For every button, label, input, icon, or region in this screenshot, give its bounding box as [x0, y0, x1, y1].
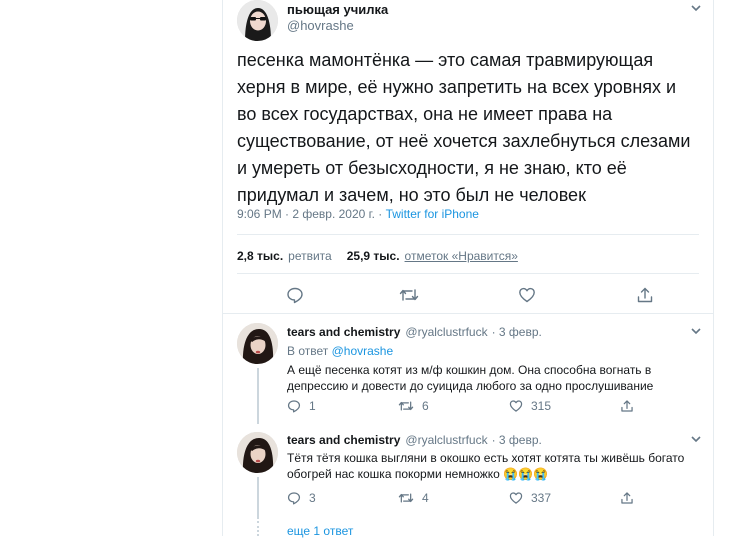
- retweets-label[interactable]: ретвита: [288, 249, 332, 263]
- retweet-icon: [398, 399, 414, 413]
- tweet-source-link[interactable]: Twitter for iPhone: [386, 207, 479, 221]
- reply-text-line: обогрей нас кошка покорми немножко 😭😭😭: [287, 467, 548, 481]
- reply-date[interactable]: · 3 февр.: [492, 325, 542, 339]
- reply-date[interactable]: · 3 февр.: [492, 433, 542, 447]
- heart-icon: [509, 399, 523, 413]
- reply-header: tears and chemistry @ryalclustrfuck · 3 фе…: [287, 325, 542, 339]
- tweet-stats: 2,8 тыс. ретвита 25,9 тыс. отметок «Нравитс…: [237, 249, 518, 263]
- reply-icon[interactable]: [286, 286, 304, 304]
- reply-text: Тётя тётя кошка выгляни в окошко есть хо…: [287, 450, 684, 482]
- reply-author-name[interactable]: tears and chemistry: [287, 433, 400, 447]
- reply-count: 3: [309, 491, 316, 505]
- reply-avatar[interactable]: [237, 432, 278, 473]
- chevron-down-icon[interactable]: [690, 3, 702, 13]
- tweet-text-line: херня в мире, её нужно запретить на всех…: [237, 77, 677, 97]
- reply-count: 1: [309, 399, 316, 413]
- like-action[interactable]: 315: [509, 399, 551, 413]
- reply-to-prefix: В ответ: [287, 344, 332, 358]
- reply-action[interactable]: 3: [287, 491, 316, 505]
- share-icon[interactable]: [636, 286, 654, 304]
- divider: [237, 273, 699, 274]
- chevron-down-icon[interactable]: [690, 434, 702, 444]
- tweet-text-line: песенка мамонтёнка — это самая травмирую…: [237, 50, 654, 70]
- tweet-timestamp[interactable]: 9:06 PM · 2 февр. 2020 г. ·: [237, 207, 386, 221]
- reply-avatar[interactable]: [237, 323, 278, 364]
- thread-line: [257, 368, 259, 424]
- author-handle[interactable]: @hovrashe: [287, 18, 354, 33]
- retweet-icon[interactable]: [399, 286, 419, 304]
- reply-author-name[interactable]: tears and chemistry: [287, 325, 400, 339]
- thread-dots: [257, 521, 259, 536]
- tweet-text-line: во всех государствах, она не имеет права…: [237, 104, 613, 124]
- tweet-timestamp-row: 9:06 PM · 2 февр. 2020 г. · Twitter for …: [237, 207, 479, 221]
- reply-icon: [287, 399, 301, 413]
- like-count: 315: [531, 399, 552, 413]
- retweet-count: 6: [422, 399, 429, 413]
- reply-action[interactable]: 1: [287, 399, 316, 413]
- share-icon[interactable]: [620, 491, 634, 505]
- reply-author-handle[interactable]: @ryalclustrfuck: [405, 433, 487, 447]
- retweet-count: 4: [422, 491, 429, 505]
- reply-text-line: депрессию и довести до суицида любого за…: [287, 379, 654, 393]
- heart-icon: [509, 491, 523, 505]
- reply-to-line: В ответ @hovrashe: [287, 344, 393, 358]
- thread-line: [257, 477, 259, 519]
- tweet-text-line: придумал и зачем, но это был не человек: [237, 185, 586, 205]
- reply-text-line: А ещё песенка котят из м/ф кошкин дом. О…: [287, 363, 652, 377]
- likes-label[interactable]: отметок «Нравится»: [405, 249, 518, 263]
- share-icon[interactable]: [620, 399, 634, 413]
- divider: [223, 313, 713, 314]
- retweets-count[interactable]: 2,8 тыс.: [237, 249, 283, 263]
- avatar[interactable]: [237, 0, 278, 41]
- author-name[interactable]: пьющая училка: [287, 2, 388, 17]
- tweet-text-line: существование, от неё хочется захлебнуть…: [237, 131, 691, 151]
- reply-author-handle[interactable]: @ryalclustrfuck: [405, 325, 487, 339]
- retweet-icon: [398, 491, 414, 505]
- reply-text-line: Тётя тётя кошка выгляни в окошко есть хо…: [287, 451, 685, 465]
- divider: [237, 234, 699, 235]
- reply-icon: [287, 491, 301, 505]
- retweet-action[interactable]: 6: [398, 399, 429, 413]
- like-count: 337: [531, 491, 552, 505]
- tweet-thread-card: пьющая училка @hovrashe песенка мамонтён…: [222, 0, 714, 538]
- chevron-down-icon[interactable]: [690, 326, 702, 336]
- likes-count[interactable]: 25,9 тыс.: [347, 249, 400, 263]
- reply-to-handle[interactable]: @hovrashe: [332, 344, 394, 358]
- retweet-action[interactable]: 4: [398, 491, 429, 505]
- heart-icon[interactable]: [518, 286, 536, 304]
- reply-text: А ещё песенка котят из м/ф кошкин дом. О…: [287, 362, 653, 394]
- tweet-text-line: и умереть от безысходности, я не знаю, к…: [237, 158, 627, 178]
- like-action[interactable]: 337: [509, 491, 551, 505]
- reply-header: tears and chemistry @ryalclustrfuck · 3 фе…: [287, 433, 542, 447]
- tweet-text: песенка мамонтёнка — это самая травмирую…: [237, 47, 690, 209]
